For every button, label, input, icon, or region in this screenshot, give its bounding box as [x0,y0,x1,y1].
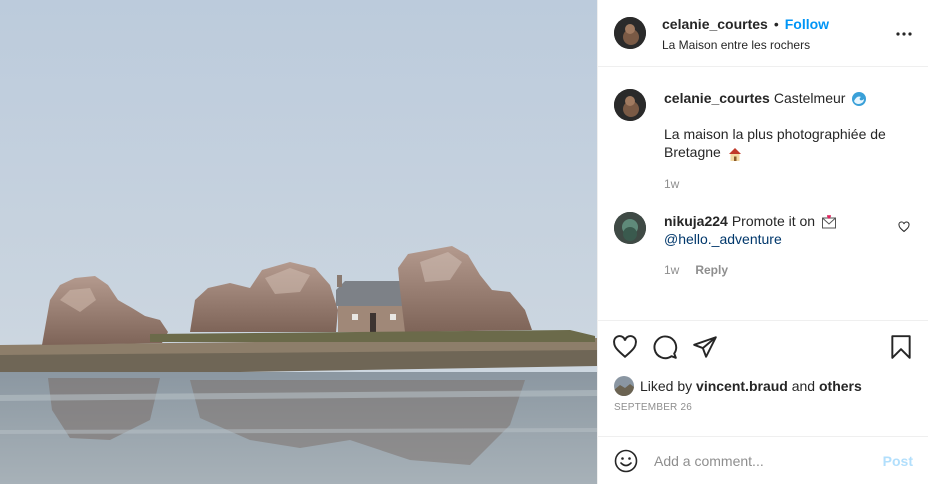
comment-avatar[interactable] [614,211,646,244]
comment: nikuja224 Promote it on @hello._adventure… [614,211,912,279]
follow-button[interactable]: Follow [785,16,829,32]
caption-body: celanie_courtes Castelmeur La maison la p… [664,89,896,193]
avatar-image [614,211,646,244]
separator-dot: • [773,15,779,32]
more-options-icon[interactable] [894,24,914,44]
comment-timestamp[interactable]: 1w [664,261,679,279]
comment-text: Promote it on [731,212,816,229]
reply-button[interactable]: Reply [695,261,728,279]
post-button[interactable]: Post [883,453,913,469]
avatar[interactable] [614,17,646,49]
post-photo[interactable] [0,0,597,484]
instagram-post: celanie_courtes • Follow La Maison entre… [0,0,928,484]
liked-by-label: Liked by [640,378,693,394]
action-bar [598,321,928,373]
header-text: celanie_courtes • Follow La Maison entre… [662,15,912,52]
comment-meta: 1w Reply [664,261,896,279]
avatar-image [614,89,646,121]
caption-avatar[interactable] [614,89,646,121]
username[interactable]: celanie_courtes [662,16,768,32]
liker-avatar[interactable] [614,376,634,396]
post-date[interactable]: SEPTEMBER 26 [598,402,928,413]
header-row: celanie_courtes • Follow [662,15,912,33]
caption-time: 1w [664,175,896,193]
caption: celanie_courtes Castelmeur La maison la p… [614,89,912,193]
heart-icon[interactable] [898,221,910,233]
house-emoji [728,147,741,161]
comment-icon[interactable] [652,334,678,360]
mention-link[interactable]: @hello._adventure [664,231,782,247]
heart-icon[interactable] [612,334,638,360]
envelope-emoji [821,214,836,229]
post-side-panel: celanie_courtes • Follow La Maison entre… [597,0,928,484]
post-header: celanie_courtes • Follow La Maison entre… [598,0,928,67]
landscape-image [0,0,597,484]
comment-body: nikuja224 Promote it on @hello._adventure… [664,212,896,279]
wave-emoji [852,92,867,107]
comments-section: celanie_courtes Castelmeur La maison la p… [598,67,928,320]
likes-line: Liked by vincent.braud and others [598,376,928,396]
add-comment-bar: Post [598,436,928,484]
location-link[interactable]: La Maison entre les rochers [662,38,912,52]
caption-timestamp[interactable]: 1w [664,175,679,193]
caption-text-line2: La maison la plus photographiée de Breta… [664,126,886,161]
bookmark-icon[interactable] [888,334,914,360]
actions-area: Liked by vincent.braud and others SEPTEM… [598,320,928,436]
liker-username[interactable]: vincent.braud [696,378,788,394]
caption-text: Castelmeur [773,90,846,106]
comment-input[interactable] [654,452,883,469]
share-icon[interactable] [692,334,718,360]
avatar-image [614,17,646,49]
smile-icon[interactable] [614,449,638,473]
likes-others-link[interactable]: others [819,378,862,394]
caption-username[interactable]: celanie_courtes [664,90,770,106]
likes-and: and [791,378,816,394]
avatar-image [614,376,634,396]
comment-username[interactable]: nikuja224 [664,213,728,229]
